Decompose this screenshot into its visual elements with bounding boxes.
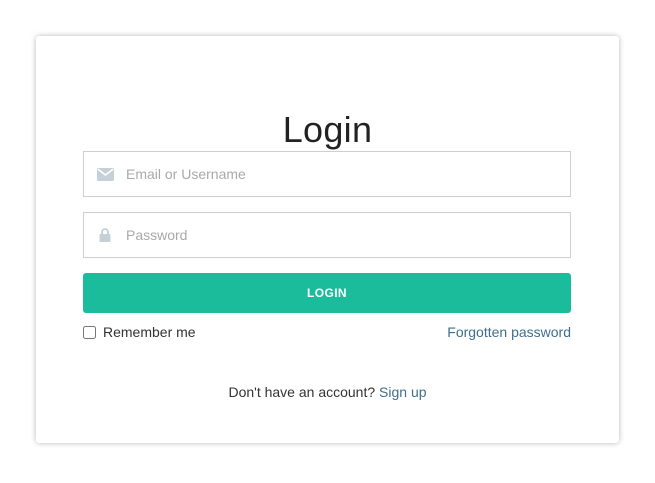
email-field[interactable]: [83, 151, 571, 197]
envelope-icon: [84, 152, 126, 196]
email-input[interactable]: [126, 152, 570, 196]
page-title: Login: [282, 109, 373, 150]
lock-icon: [84, 213, 126, 257]
password-field[interactable]: [83, 212, 571, 258]
remember-me-checkbox[interactable]: [83, 325, 96, 339]
signup-link[interactable]: Sign up: [379, 384, 426, 400]
remember-me[interactable]: Remember me: [83, 324, 196, 340]
login-button[interactable]: LOGIN: [83, 273, 571, 313]
password-input[interactable]: [126, 213, 570, 257]
login-card: Login LOGIN Remember me Forgotten passwo…: [36, 36, 619, 443]
remember-me-label: Remember me: [103, 324, 196, 340]
signup-prompt: Don't have an account?: [228, 384, 380, 400]
signup-line: Don't have an account? Sign up: [36, 384, 619, 400]
forgot-password-link[interactable]: Forgotten password: [447, 324, 571, 340]
